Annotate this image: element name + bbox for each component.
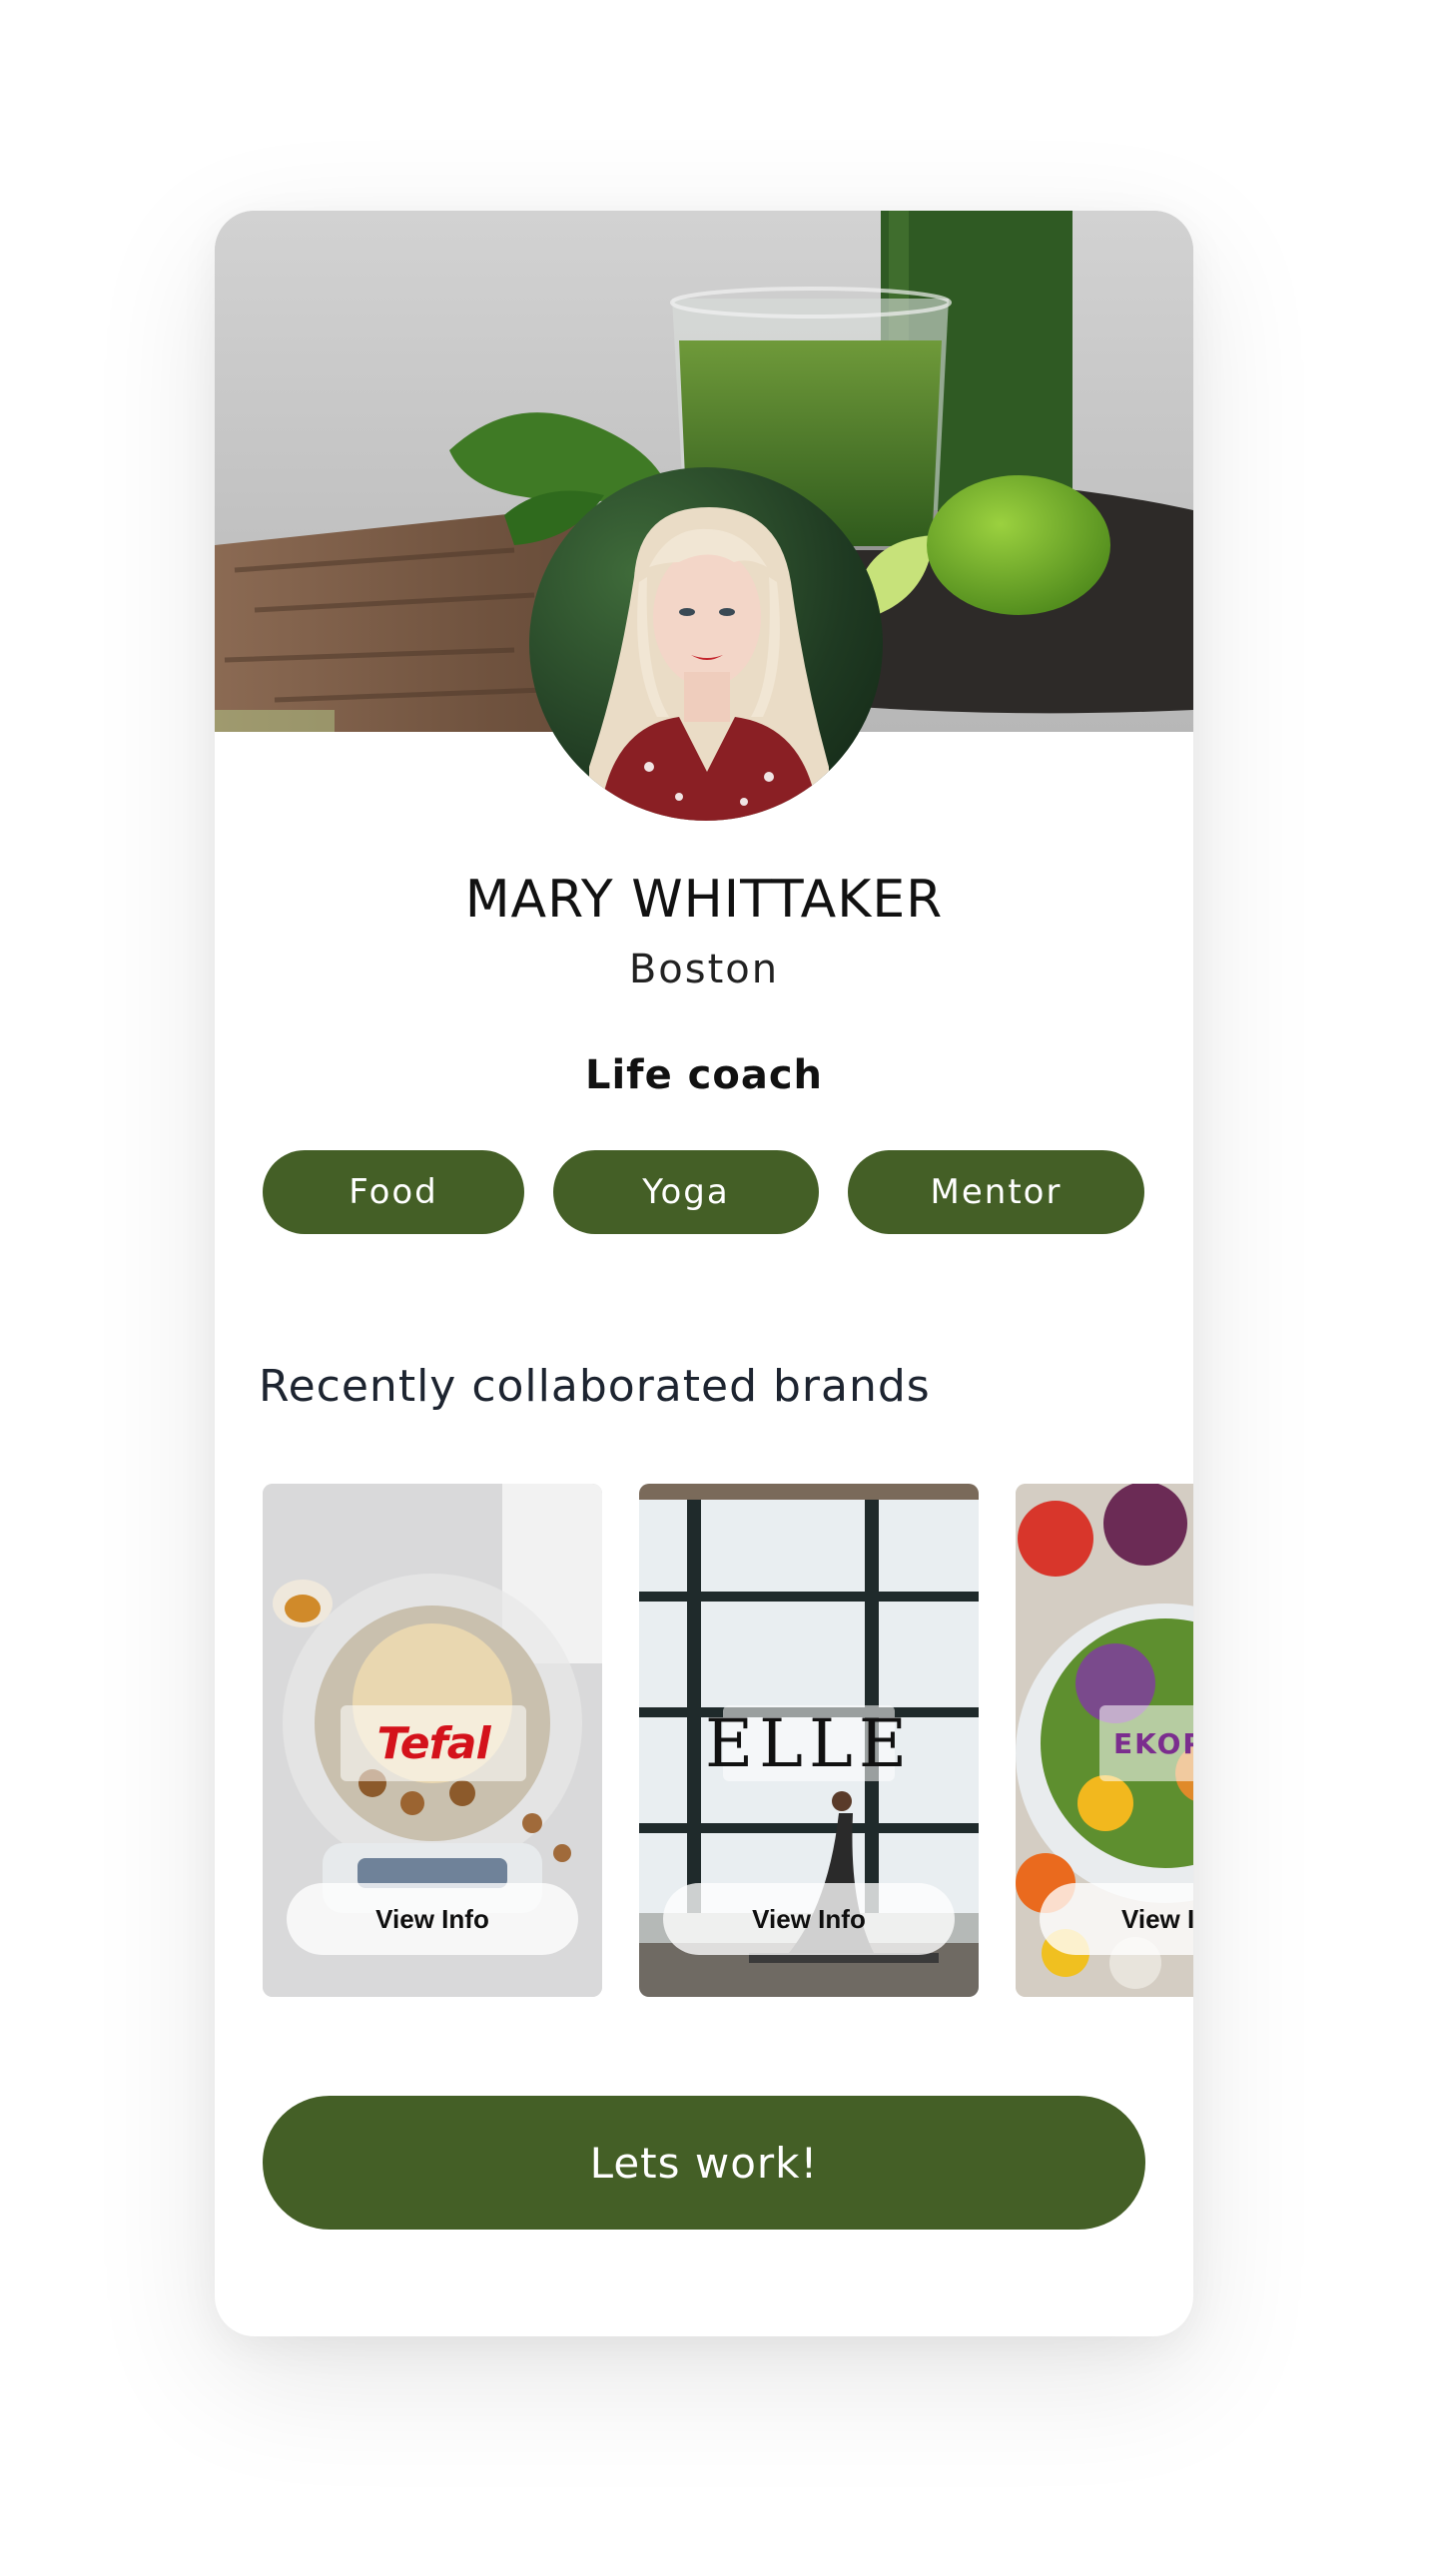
brands-section-title: Recently collaborated brands [259,1361,931,1412]
brand-card-ekoplaza[interactable]: EKOPL View I [1016,1484,1193,1997]
tag-mentor[interactable]: Mentor [848,1150,1144,1234]
profile-card: MARY WHITTAKER Boston Life coach Food Yo… [215,211,1193,2336]
brand-card-elle[interactable]: ELLE View Info [639,1484,979,1997]
view-info-button-elle[interactable]: View Info [663,1883,955,1955]
avatar-portrait [589,507,829,821]
page-background: MARY WHITTAKER Boston Life coach Food Yo… [0,0,1430,2576]
profile-role: Life coach [584,1052,824,1098]
tag-yoga[interactable]: Yoga [553,1150,819,1234]
brand-logo-tefal: Tefal [341,1705,526,1781]
view-info-button-ekoplaza[interactable]: View I [1040,1883,1193,1955]
brand-logo-elle: ELLE [705,1704,914,1782]
lets-work-button[interactable]: Lets work! [263,2096,1145,2230]
view-info-button-tefal[interactable]: View Info [287,1883,578,1955]
profile-name: MARY WHITTAKER [464,870,944,930]
brands-carousel[interactable]: Tefal View Info ELLE View Info EKO View … [215,1484,1193,2003]
brand-card-tefal[interactable]: Tefal View Info [263,1484,602,1997]
brand-logo-ekoplaza: EKOPL [1099,1705,1193,1781]
tag-food[interactable]: Food [263,1150,524,1234]
profile-city: Boston [628,947,780,992]
avatar [529,467,883,821]
